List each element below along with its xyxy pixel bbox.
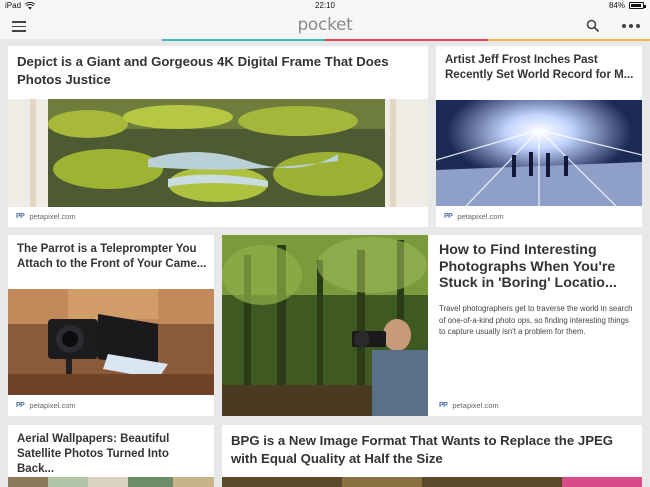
search-icon[interactable] — [586, 19, 600, 33]
nav-bar: pocket — [0, 13, 650, 39]
petapixel-logo-icon: PP — [16, 402, 25, 409]
article-card-jeff-frost[interactable]: Artist Jeff Frost Inches Past Recently S… — [436, 46, 642, 227]
article-title: Artist Jeff Frost Inches Past Recently S… — [445, 54, 634, 81]
petapixel-logo-icon: PP — [444, 213, 453, 220]
article-title: Depict is a Giant and Gorgeous 4K Digita… — [17, 54, 389, 87]
article-title: Aerial Wallpapers: Beautiful Satellite P… — [17, 433, 170, 475]
article-thumbnail — [8, 289, 214, 395]
article-card-aerial-wallpapers[interactable]: Aerial Wallpapers: Beautiful Satellite P… — [8, 425, 214, 487]
article-card-bpg[interactable]: BPG is a New Image Format That Wants to … — [222, 425, 642, 487]
article-card-interesting-photographs[interactable]: How to Find Interesting Photographs When… — [222, 235, 642, 416]
article-excerpt: Travel photographers get to traverse the… — [439, 304, 633, 337]
article-thumbnail — [436, 100, 642, 206]
more-icon[interactable] — [622, 24, 640, 28]
battery-percent: 84% — [608, 1, 625, 10]
article-thumbnail — [8, 99, 428, 207]
battery-icon — [629, 2, 646, 9]
clock: 22:10 — [314, 1, 336, 10]
article-source: petapixel.com — [29, 401, 76, 410]
status-bar: iPad 22:10 84% — [0, 0, 650, 13]
petapixel-logo-icon: PP — [439, 402, 448, 409]
article-source: petapixel.com — [452, 401, 499, 410]
article-title: BPG is a New Image Format That Wants to … — [231, 433, 614, 466]
article-card-parrot[interactable]: The Parrot is a Teleprompter You Attach … — [8, 235, 214, 416]
article-card-depict[interactable]: Depict is a Giant and Gorgeous 4K Digita… — [8, 46, 428, 227]
article-title: How to Find Interesting Photographs When… — [439, 242, 617, 291]
article-source: petapixel.com — [29, 212, 76, 221]
article-thumbnail — [222, 235, 428, 416]
petapixel-logo-icon: PP — [16, 213, 25, 220]
accent-bar — [0, 39, 650, 41]
article-source: petapixel.com — [457, 212, 504, 221]
article-title: The Parrot is a Teleprompter You Attach … — [17, 243, 207, 270]
article-thumbnail — [8, 477, 214, 487]
article-thumbnail — [222, 477, 642, 487]
app-title: pocket — [297, 15, 353, 35]
